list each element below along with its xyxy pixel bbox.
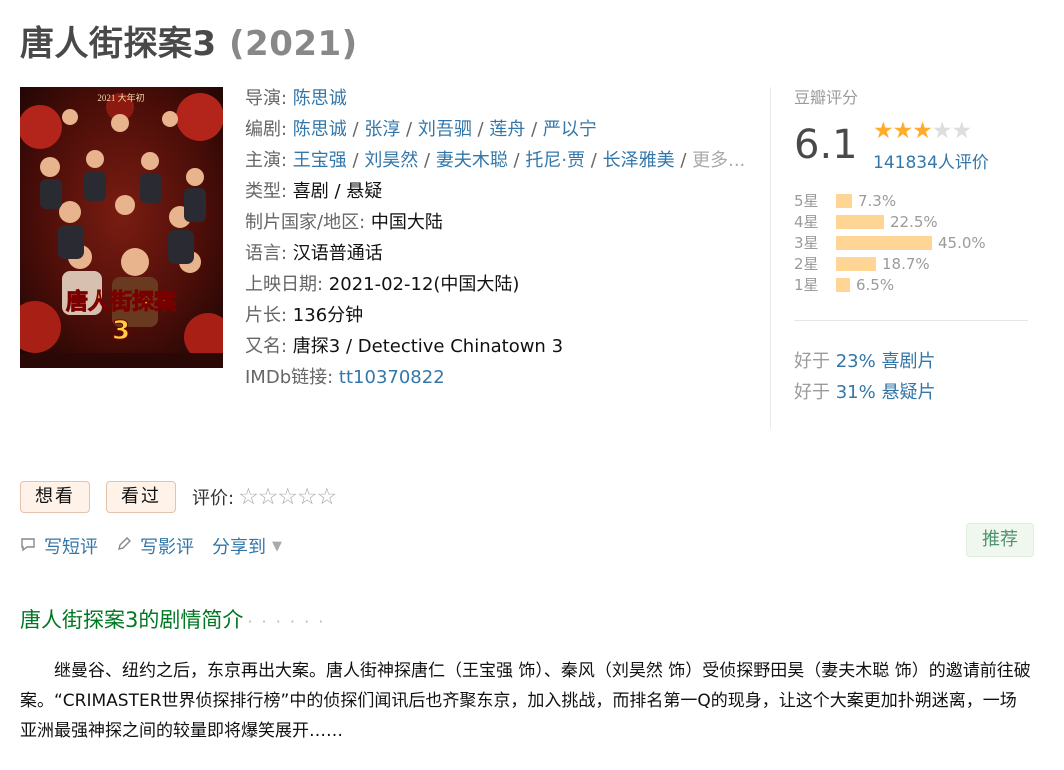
star-icon: ★ — [951, 118, 973, 144]
histogram-row: 4星 22.5% — [794, 212, 938, 232]
svg-text:3: 3 — [112, 316, 130, 346]
star-icon: ★ — [873, 118, 894, 144]
cast-link[interactable]: 托尼·贾 — [525, 150, 585, 171]
review-links: 写短评 写影评 分享到 ▼ — [20, 533, 282, 559]
info-imdb: IMDb链接: tt10370822 — [245, 367, 445, 388]
info-release: 上映日期: 2021-02-12(中国大陆) — [245, 274, 520, 295]
write-short-review-link[interactable]: 写短评 — [44, 533, 98, 559]
histogram-row: 1星 6.5% — [794, 275, 895, 295]
info-cast: 主演: 王宝强 / 刘昊然 / 妻夫木聪 / 托尼·贾 / 长泽雅美 / 更多.… — [245, 150, 746, 171]
writer-link[interactable]: 陈思诚 — [293, 119, 347, 140]
info-aka: 又名: 唐探3 / Detective Chinatown 3 — [245, 336, 564, 357]
writer-link[interactable]: 莲舟 — [489, 119, 525, 140]
info-genre: 类型: 喜剧 / 悬疑 — [245, 181, 383, 202]
rate-label: 评价: — [192, 488, 235, 509]
recommend-button[interactable]: 推荐 — [966, 523, 1034, 557]
movie-poster[interactable]: 2021 大年初 唐人街探案 3 — [20, 87, 223, 368]
histogram-row: 2星 18.7% — [794, 254, 930, 274]
summary-text: 继曼谷、纽约之后，东京再出大案。唐人街神探唐仁（王宝强 饰）、秦风（刘昊然 饰）… — [20, 661, 1031, 741]
histogram-bar — [836, 256, 876, 271]
histogram-bar — [836, 277, 850, 292]
action-bar: 想看 看过 评价: ☆☆☆☆☆ — [20, 481, 337, 513]
writer-link[interactable]: 张淳 — [364, 119, 400, 140]
poster-image: 2021 大年初 唐人街探案 3 — [20, 87, 223, 368]
share-link[interactable]: 分享到 — [212, 533, 266, 559]
info-runtime: 片长: 136分钟 — [245, 305, 364, 326]
language-value: 汉语普通话 — [292, 243, 383, 264]
rating-score: 6.1 — [794, 122, 858, 168]
divider — [770, 87, 771, 429]
star-icon: ★ — [912, 118, 933, 144]
histogram-row: 3星 45.0% — [794, 233, 986, 253]
chevron-down-icon[interactable]: ▼ — [272, 539, 282, 554]
genre-value: 喜剧 / 悬疑 — [292, 181, 383, 202]
rate-stars-input[interactable]: ☆☆☆☆☆ — [238, 484, 337, 510]
histogram-row: 5星 7.3% — [794, 191, 897, 211]
write-review-link[interactable]: 写影评 — [140, 533, 194, 559]
better-than-mystery: 好于 31% 悬疑片 — [794, 382, 936, 403]
votes-link[interactable]: 141834人评价 — [873, 148, 989, 173]
better-than-comedy: 好于 23% 喜剧片 — [794, 351, 936, 372]
svg-text:2021 大年初: 2021 大年初 — [97, 92, 144, 103]
cast-link[interactable]: 刘昊然 — [364, 150, 418, 171]
want-to-watch-button[interactable]: 想看 — [20, 481, 90, 513]
more-cast-link[interactable]: 更多... — [692, 150, 745, 171]
cast-link[interactable]: 王宝强 — [293, 150, 347, 171]
star-icon: ★ — [892, 118, 914, 144]
rating-histogram: 5星 7.3% 4星 22.5% 3星 45.0% 2星 18.7% 1星 6.5% — [794, 190, 1034, 295]
watched-button[interactable]: 看过 — [106, 481, 176, 513]
histogram-bar — [836, 193, 852, 208]
better-than-link[interactable]: 31% 悬疑片 — [836, 382, 936, 403]
movie-title: 唐人街探案3 — [20, 24, 217, 64]
svg-text:唐人街探案: 唐人街探案 — [66, 289, 177, 315]
cast-link[interactable]: 妻夫木聪 — [436, 150, 508, 171]
rating-label: 豆瓣评分 — [794, 88, 859, 107]
aka-value: 唐探3 / Detective Chinatown 3 — [292, 336, 564, 357]
cast-link[interactable]: 长泽雅美 — [603, 150, 675, 171]
info-country: 制片国家/地区: 中国大陆 — [245, 212, 443, 233]
imdb-link[interactable]: tt10370822 — [339, 367, 445, 388]
better-than-link[interactable]: 23% 喜剧片 — [836, 351, 936, 372]
rating-panel: 豆瓣评分 6.1 ★★★★★ 141834人评价 5星 7.3% 4星 22.5% … — [794, 84, 1028, 403]
star-icon: ★ — [931, 118, 953, 144]
rating-stars: ★★★★★ — [873, 118, 973, 144]
director-link[interactable]: 陈思诚 — [293, 88, 347, 109]
movie-info: 导演: 陈思诚 编剧: 陈思诚 / 张淳 / 刘吾驷 / 莲舟 / 严以宁 主演… — [245, 83, 745, 393]
histogram-bar — [836, 214, 884, 229]
movie-year: (2021) — [229, 24, 358, 64]
info-language: 语言: 汉语普通话 — [245, 243, 383, 264]
info-writers: 编剧: 陈思诚 / 张淳 / 刘吾驷 / 莲舟 / 严以宁 — [245, 119, 597, 140]
release-value: 2021-02-12(中国大陆) — [328, 274, 520, 295]
pencil-icon — [116, 536, 132, 556]
page-title: 唐人街探案3 (2021) — [20, 16, 358, 65]
rating-divider — [794, 320, 1028, 321]
comment-icon — [20, 536, 36, 556]
writer-link[interactable]: 刘吾驷 — [418, 119, 472, 140]
country-value: 中国大陆 — [370, 212, 443, 233]
writer-link[interactable]: 严以宁 — [543, 119, 597, 140]
runtime-value: 136分钟 — [292, 305, 364, 326]
info-director: 导演: 陈思诚 — [245, 88, 347, 109]
histogram-bar — [836, 235, 932, 250]
summary-heading: 唐人街探案3的剧情简介 · · · · · · — [20, 608, 326, 632]
